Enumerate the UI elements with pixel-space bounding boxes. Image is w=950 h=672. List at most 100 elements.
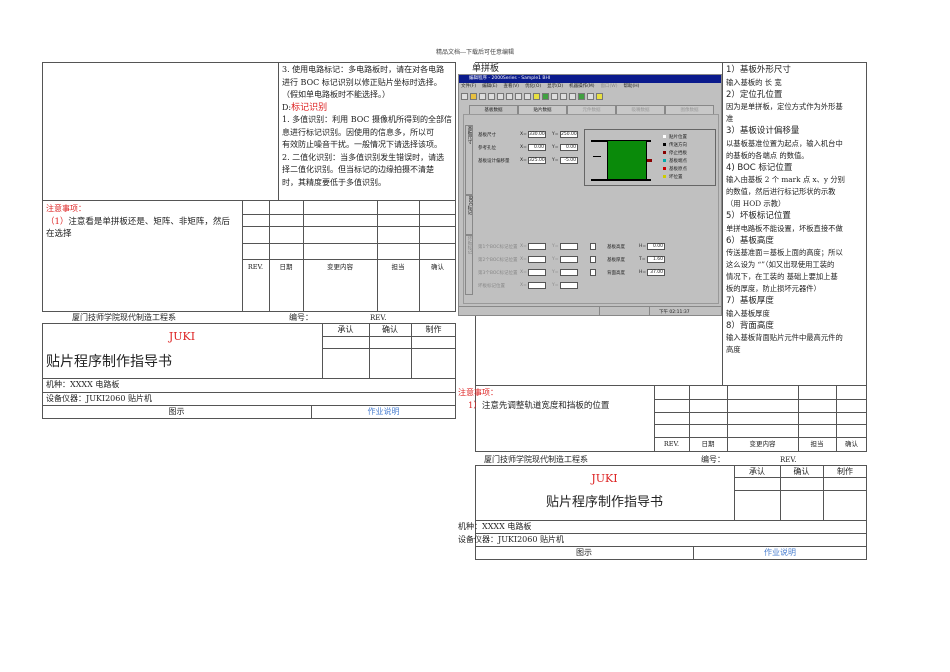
y-input[interactable]: -5.00 bbox=[560, 157, 578, 164]
y-input[interactable]: 250.00 bbox=[560, 131, 578, 138]
legend-item: 贴片位置 bbox=[663, 134, 687, 142]
menu-item[interactable]: 优化(O) bbox=[525, 84, 541, 89]
height-prefix: H= bbox=[639, 270, 647, 275]
boc-label: 坏板标记位置 bbox=[478, 284, 505, 289]
height-input[interactable]: 0.00 bbox=[647, 243, 665, 250]
menu-item[interactable]: 编辑(E) bbox=[482, 84, 497, 89]
text-line: 息进行标记识别。因使用的信息多，所以可 bbox=[282, 127, 434, 137]
y-input[interactable] bbox=[560, 243, 578, 250]
menu-item[interactable]: 文件(F) bbox=[461, 84, 476, 89]
x-input[interactable]: 330.00 bbox=[528, 131, 546, 138]
notes-number: （1） bbox=[46, 216, 69, 227]
transport-arrow-icon bbox=[593, 156, 601, 157]
text-line: 有效防止噪音干扰。一般情况下请选择该项。 bbox=[282, 140, 442, 149]
text-line: 1. 多值识别：利用 BOC 摄像机所得到的全部信 bbox=[282, 115, 452, 124]
instruction-text: 准 bbox=[726, 114, 734, 123]
instructions-label: 作业说明 bbox=[367, 407, 400, 416]
checkbox[interactable] bbox=[590, 256, 596, 263]
y-input[interactable]: 0.00 bbox=[560, 144, 578, 151]
y-input[interactable] bbox=[560, 256, 578, 263]
y-input[interactable] bbox=[560, 269, 578, 276]
side-tab[interactable]: 基板尺寸 bbox=[465, 125, 473, 195]
tab-1[interactable]: 贴片数据 bbox=[518, 105, 567, 114]
approval-header: 承认 bbox=[749, 467, 765, 476]
legend-item: 坏位置 bbox=[663, 174, 687, 182]
legend-label: 基板原点 bbox=[669, 167, 687, 172]
menu-item[interactable]: 帮助(H) bbox=[623, 84, 639, 89]
approval-header: 确认 bbox=[793, 467, 810, 476]
notes-title: 注意事项： bbox=[46, 204, 86, 213]
legend-label: 贴片位置 bbox=[669, 135, 687, 140]
legend-label: 停止挡板 bbox=[669, 151, 687, 156]
menu-item[interactable]: 窗口(W) bbox=[601, 84, 618, 89]
tab-4[interactable]: 图像数据 bbox=[665, 105, 714, 114]
instruction-heading: 6）基板高度 bbox=[726, 235, 774, 246]
instruction-text: 输入基板的 长 宽 bbox=[726, 77, 782, 87]
boc-label: 第1个BOC标记位置 bbox=[478, 245, 518, 250]
model: 机种：XXXX 电路板 bbox=[458, 522, 532, 531]
tab-0[interactable]: 基板数据 bbox=[469, 105, 518, 114]
x-input[interactable]: 325.00 bbox=[528, 157, 546, 164]
col-header: 变更内容 bbox=[749, 440, 776, 448]
instruction-text: 这么设为 “”（如又出现使用工装的 bbox=[726, 260, 835, 269]
instruction-heading: 1）基板外形尺寸 bbox=[726, 65, 791, 75]
field-label: 基板尺寸 bbox=[478, 133, 496, 138]
model: 机种：XXXX 电路板 bbox=[46, 380, 120, 389]
col-header: REV. bbox=[663, 440, 680, 448]
boc-label: 第2个BOC标记位置 bbox=[478, 258, 518, 263]
legend-label: 坏位置 bbox=[669, 175, 683, 180]
tab-panel: 基板尺寸 BOC标记 坏板标记 基板尺寸 X= 330.00 Y= 250.00 参考孔位… bbox=[463, 114, 719, 304]
x-input[interactable] bbox=[528, 256, 546, 263]
side-tab[interactable]: 坏板标记 bbox=[465, 235, 473, 295]
x-input[interactable] bbox=[528, 269, 546, 276]
x-prefix: X= bbox=[520, 145, 527, 150]
x-input[interactable] bbox=[528, 243, 546, 250]
instruction-text: 传送基准面＝基板上面的高度；所以 bbox=[726, 248, 843, 257]
x-prefix: X= bbox=[520, 132, 527, 137]
tab-3[interactable]: 吸嘴数据 bbox=[616, 105, 665, 114]
x-prefix: X= bbox=[520, 283, 527, 288]
instruction-text: 以基板基准位置为起点，输入机台中 bbox=[726, 138, 843, 148]
legend-marker-icon bbox=[663, 167, 666, 170]
checkbox[interactable] bbox=[590, 243, 596, 250]
legend-marker-icon bbox=[663, 175, 666, 178]
field-label: 基板设计偏移量 bbox=[478, 159, 510, 164]
height-input[interactable]: 37.00 bbox=[647, 269, 665, 276]
side-tab[interactable]: BOC标记 bbox=[465, 195, 473, 235]
x-prefix: X= bbox=[520, 257, 527, 262]
doc-title: 贴片程序制作指导书 bbox=[46, 354, 172, 370]
text-line: 3. 使用电路标记：多电路板时，请在对各电路 bbox=[282, 65, 445, 74]
equipment: 设备仪器：JUKI2060 贴片机 bbox=[458, 535, 564, 544]
instruction-heading: 2）定位孔位置 bbox=[726, 89, 783, 100]
text-line: （假如单电路板时不能选择。） bbox=[282, 90, 390, 99]
menu-item[interactable]: 机器操作(M) bbox=[569, 84, 594, 89]
instruction-heading: 4) BOC 标记位置 bbox=[726, 162, 793, 173]
equipment: 设备仪器：JUKI2060 贴片机 bbox=[46, 394, 152, 403]
col-header: 日期 bbox=[701, 440, 715, 448]
instruction-text: 的基板的各端点 的数值。 bbox=[726, 150, 809, 160]
legend-item: 基板原点 bbox=[663, 166, 687, 174]
menu-item[interactable]: 显示(D) bbox=[547, 84, 563, 89]
instruction-text: 的数值，然后进行标记形状的示教 bbox=[726, 187, 836, 196]
instruction-heading: 3）基板设计偏移量 bbox=[726, 126, 800, 136]
instruction-text: 输入基板背面贴片元件中最高元件的 bbox=[726, 333, 843, 342]
text-line: 2. 二值化识别：当多值识别发生错误时，请选 bbox=[282, 152, 445, 162]
tab-2[interactable]: 元件数据 bbox=[567, 105, 616, 114]
approval-header: 制作 bbox=[425, 325, 442, 334]
legend-marker-icon bbox=[663, 159, 666, 162]
mark-description: 3. 使用电路标记：多电路板时，请在对各电路 进行 BOC 标记识别以修正贴片坐… bbox=[282, 64, 452, 189]
height-input[interactable]: 1.60 bbox=[647, 256, 665, 263]
x-input[interactable] bbox=[528, 282, 546, 289]
menu-item[interactable]: 查看(V) bbox=[503, 84, 519, 89]
y-prefix: Y= bbox=[552, 270, 559, 275]
notes-text: 在选择 bbox=[46, 229, 72, 239]
figure-label: 图示 bbox=[168, 407, 185, 416]
doc-title: 贴片程序制作指导书 bbox=[545, 495, 663, 510]
text-line: 进行 BOC 标记识别以修正贴片坐标时选择。 bbox=[282, 77, 442, 87]
instruction-text: 因为是单拼板，定位方式作为外形基 bbox=[726, 102, 843, 111]
x-input[interactable]: 0.00 bbox=[528, 144, 546, 151]
toolbar bbox=[459, 91, 721, 103]
y-input[interactable] bbox=[560, 282, 578, 289]
menu-bar: 文件(F) 编辑(E) 查看(V) 优化(O) 显示(D) 机器操作(M) 窗口(W) 帮助(… bbox=[459, 83, 721, 91]
checkbox[interactable] bbox=[590, 269, 596, 276]
